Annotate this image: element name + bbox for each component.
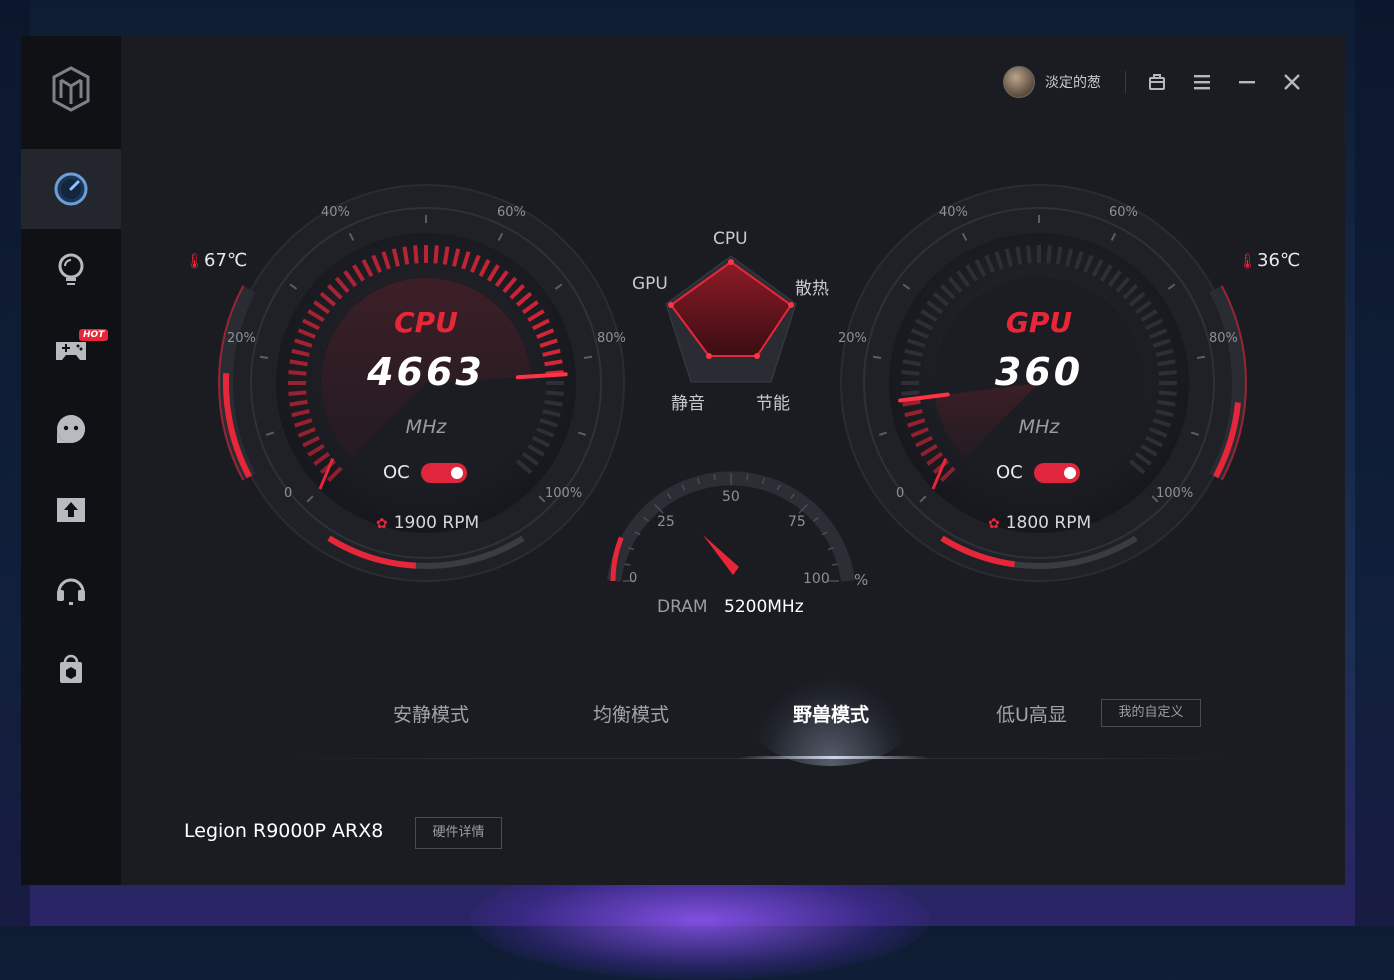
radar-label-quiet: 静音 [671, 394, 705, 414]
cpu-fan-value: 1900 RPM [393, 513, 480, 533]
gpu-frequency-value: 360 [994, 350, 1084, 394]
dram-tick-50: 50 [722, 489, 740, 505]
cpu-usage-segment [442, 246, 450, 265]
dram-scale-tick [831, 563, 838, 566]
dram-scale-tick [746, 474, 749, 481]
hardware-details-button[interactable]: 硬件详情 [415, 817, 502, 849]
cpu-scale-tick [583, 355, 593, 359]
fan-icon: ✿ [988, 516, 1000, 532]
cpu-frequency-value: 4663 [367, 350, 485, 394]
cpu-frequency-unit: MHz [405, 416, 447, 438]
gpu-usage-segment [1046, 245, 1052, 264]
gpu-fan-value: 1800 RPM [1005, 513, 1092, 533]
cpu-usage-segment [544, 359, 563, 367]
cpu-fan-label: ✿ 1900 RPM [376, 513, 479, 533]
gpu-usage-segment [1055, 246, 1063, 265]
cpu-usage-segment [289, 399, 308, 407]
gpu-usage-segment [1157, 359, 1176, 367]
gpu-usage-segment [1158, 370, 1177, 376]
dram-tick-0: 0 [629, 571, 638, 586]
cpu-usage-segment [545, 390, 564, 396]
dram-scale-tick [624, 563, 631, 566]
gpu-usage-segment [1157, 399, 1176, 407]
gpu-tick-20: 20% [838, 331, 867, 346]
cpu-temp-label: 🌡67℃ [185, 250, 247, 271]
cpu-temp-value: 67℃ [204, 250, 248, 271]
gpu-temp-label: 🌡36℃ [1238, 250, 1300, 271]
gpu-tick-40: 40% [939, 205, 968, 220]
gpu-scale-tick [1196, 355, 1206, 359]
dram-unit: % [854, 571, 869, 589]
gpu-usage-segment [901, 390, 920, 396]
dram-speed: 5200MHz [724, 597, 804, 617]
gpu-oc-toggle[interactable] [1034, 463, 1080, 483]
cpu-tick-60: 60% [497, 205, 526, 220]
cpu-tick-40: 40% [321, 205, 350, 220]
dram-tick-25: 25 [657, 514, 675, 530]
gpu-scale-tick [872, 355, 882, 359]
cpu-usage-segment [289, 359, 308, 367]
device-model: Legion R9000P ARX8 [184, 820, 384, 842]
custom-mode-button[interactable]: 我的自定义 [1101, 699, 1201, 727]
cpu-scale-tick [259, 355, 269, 359]
mode-balanced[interactable]: 均衡模式 [593, 700, 669, 727]
performance-radar [665, 255, 797, 383]
mode-beast[interactable]: 野兽模式 [793, 700, 869, 727]
cpu-usage-segment [433, 245, 439, 264]
cpu-tick-100: 100% [545, 486, 583, 501]
thermometer-icon: 🌡 [1238, 252, 1258, 270]
cpu-tick-20: 20% [227, 331, 256, 346]
mode-low-cpu-high-gpu[interactable]: 低U高显 [996, 700, 1067, 727]
cpu-usage-segment [288, 390, 307, 396]
cpu-usage-segment [544, 399, 563, 407]
gpu-temp-value: 36℃ [1257, 250, 1301, 271]
gpu-tick-60: 60% [1109, 205, 1138, 220]
cpu-usage-segment [288, 370, 307, 376]
cpu-tick-0: 0 [284, 486, 293, 501]
radar-label-cooling: 散热 [795, 279, 829, 299]
fan-icon: ✿ [376, 516, 388, 532]
gpu-fan-label: ✿ 1800 RPM [988, 513, 1091, 533]
gpu-usage-segment [1015, 246, 1023, 265]
radar-label-efficiency: 节能 [756, 394, 790, 414]
gpu-tick-0: 0 [896, 486, 905, 501]
dram-tick-75: 75 [788, 514, 806, 530]
active-mode-underline [739, 756, 929, 759]
cpu-oc-label: OC [383, 462, 410, 483]
cpu-oc-toggle[interactable] [421, 463, 467, 483]
gpu-frequency-unit: MHz [1018, 416, 1060, 438]
dram-needle [703, 535, 739, 575]
app-window: HOT 淡定的葱 🌡67℃ 40% 60% 20% 80% 0 100% CPU… [21, 36, 1345, 885]
radar-label-gpu: GPU [632, 274, 668, 294]
mode-quiet[interactable]: 安静模式 [393, 700, 469, 727]
dram-tick-100: 100 [803, 571, 830, 587]
gpu-usage-segment [1026, 245, 1032, 264]
gpu-tick-80: 80% [1209, 331, 1238, 346]
gpu-usage-segment [902, 359, 921, 367]
dram-label: DRAM [657, 597, 708, 617]
cpu-tick-80: 80% [597, 331, 626, 346]
gpu-oc-label: OC [996, 462, 1023, 483]
thermometer-icon: 🌡 [185, 252, 205, 270]
cpu-usage-segment [413, 245, 419, 264]
radar-label-cpu: CPU [713, 229, 748, 249]
gpu-usage-segment [902, 399, 921, 407]
cpu-usage-segment [402, 246, 410, 265]
cpu-title: CPU [394, 306, 458, 339]
gpu-usage-segment [901, 370, 920, 376]
gpu-tick-100: 100% [1156, 486, 1194, 501]
dram-scale-tick [713, 474, 716, 481]
gpu-usage-segment [1158, 390, 1177, 396]
gpu-title: GPU [1005, 306, 1073, 339]
